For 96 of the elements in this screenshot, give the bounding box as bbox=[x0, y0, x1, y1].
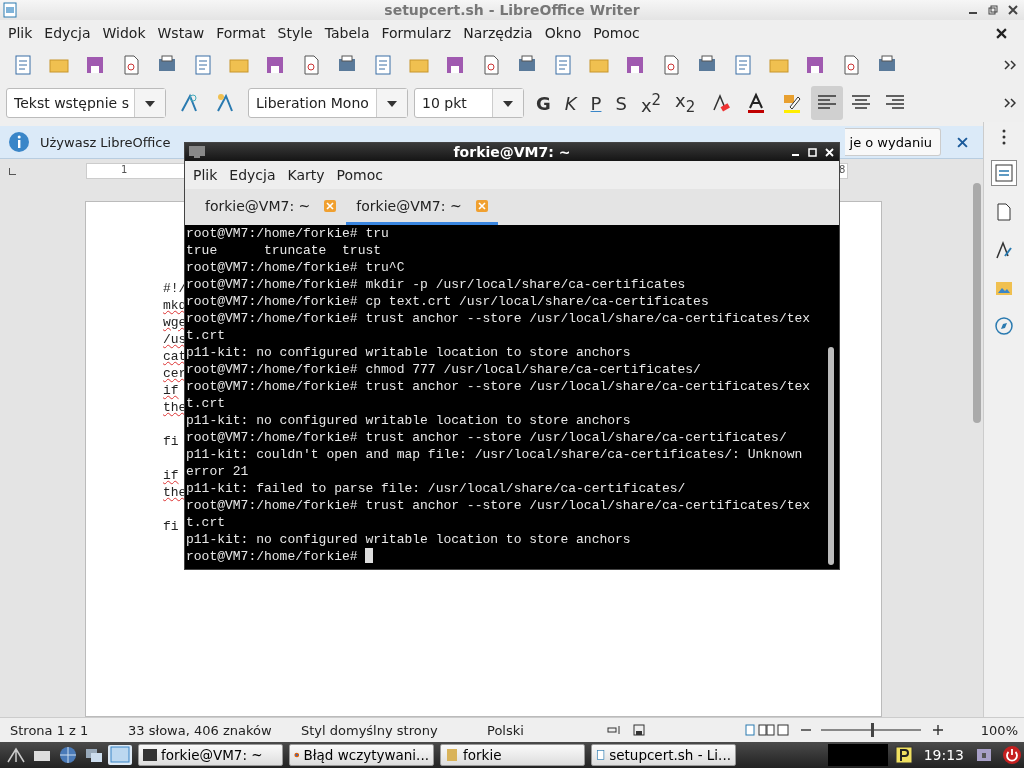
power-icon[interactable] bbox=[1000, 745, 1024, 765]
start-menu-icon[interactable] bbox=[4, 745, 28, 765]
menu-item[interactable]: Widok bbox=[96, 25, 152, 41]
terminal-line: root@VM7:/home/forkie# bbox=[186, 548, 828, 565]
terminal-line: root@VM7:/home/forkie# mkdir -p /usr/local/share/ca-certificates bbox=[186, 276, 687, 293]
format-button[interactable]: x$^{2}$ bbox=[634, 88, 668, 118]
align-lines-icon bbox=[817, 94, 838, 112]
clock: 19:13 bbox=[922, 747, 965, 763]
terminal-line: root@VM7:/home/forkie# tru^C bbox=[186, 259, 406, 276]
terminal-line: t.crt bbox=[186, 514, 226, 531]
document-line: if bbox=[163, 467, 179, 484]
menu-item[interactable]: Narzędzia bbox=[457, 25, 539, 41]
selection-mode-icon[interactable] bbox=[607, 725, 623, 735]
terminal-line: p11-kit: couldn't open and map file: /usr/local/share/ca-certificates/: Unknown bbox=[186, 446, 804, 463]
menu-item[interactable]: Edycja bbox=[38, 25, 97, 41]
taskbar-button[interactable]: setupcert.sh - Li... bbox=[591, 744, 736, 766]
terminal-line: p11-kit: no configured writable location to store anchors bbox=[186, 531, 632, 548]
taskbar-button[interactable]: Błąd wczytywani... bbox=[289, 744, 434, 766]
scrollbar-thumb[interactable] bbox=[828, 347, 834, 565]
ruler-number: 1 bbox=[121, 164, 128, 175]
align-lines-icon bbox=[885, 94, 906, 112]
folder-icon bbox=[445, 748, 459, 762]
more-options-icon[interactable] bbox=[1001, 128, 1007, 146]
terminal-line: root@VM7:/home/forkie# trust anchor --store /usr/local/share/ca-certificates/tex bbox=[186, 497, 812, 514]
terminal-line: t.crt bbox=[186, 395, 226, 412]
terminal-line: true truncate trust bbox=[186, 242, 383, 259]
terminal-line: root@VM7:/home/forkie# tru bbox=[186, 225, 390, 242]
paragraph-style-dropdown[interactable]: Tekst wstępnie s bbox=[6, 88, 166, 118]
format-button[interactable]: K bbox=[558, 88, 583, 118]
page-style: Styl domyślny strony bbox=[300, 722, 439, 738]
terminal-line: root@VM7:/home/forkie# trust anchor --store /usr/local/share/ca-certificates/ bbox=[186, 429, 788, 446]
terminal-line: p11-kit: no configured writable location to store anchors bbox=[186, 412, 632, 429]
font-name-dropdown[interactable]: Liberation Mono bbox=[248, 88, 408, 118]
menu-item[interactable]: Pomoc bbox=[587, 25, 646, 41]
menu-item[interactable]: Style bbox=[271, 25, 319, 41]
tray-area bbox=[827, 744, 888, 766]
document-line: fi bbox=[163, 518, 179, 535]
close-document-icon[interactable] bbox=[996, 27, 1007, 39]
menu-item[interactable]: Okno bbox=[538, 25, 588, 41]
format-button[interactable]: S bbox=[609, 88, 633, 118]
navigator-icon[interactable] bbox=[992, 314, 1016, 338]
word-count: 33 słowa, 406 znaków bbox=[127, 722, 273, 738]
language: Polski bbox=[486, 722, 525, 738]
terminal-icon bbox=[189, 146, 205, 158]
menu-item[interactable]: Edycja bbox=[223, 167, 282, 183]
save-status-icon bbox=[633, 724, 645, 736]
menu-item[interactable]: Pomoc bbox=[330, 167, 389, 183]
terminal-line: root@VM7:/home/forkie# trust anchor --store /usr/local/share/ca-certificates/tex bbox=[186, 310, 812, 327]
view-layout-icon[interactable] bbox=[745, 724, 789, 736]
menu-item[interactable]: Plik bbox=[2, 25, 39, 41]
terminal-tab[interactable]: forkie@VM7: ~ bbox=[195, 189, 347, 225]
terminal-line: root@VM7:/home/forkie# chmod 777 /usr/local/share/ca-certificates/ bbox=[186, 361, 702, 378]
menu-item[interactable]: Format bbox=[210, 25, 272, 41]
ruler-number: 8 bbox=[839, 164, 846, 175]
info-message: Używasz LibreOffice bbox=[40, 134, 171, 150]
info-icon bbox=[8, 131, 30, 153]
document-line: fi bbox=[163, 433, 179, 450]
menu-item[interactable]: Karty bbox=[281, 167, 331, 183]
document-app-icon bbox=[3, 2, 17, 18]
more-tools-icon[interactable] bbox=[1004, 60, 1016, 70]
properties-icon[interactable] bbox=[991, 160, 1017, 186]
format-button[interactable]: P bbox=[584, 88, 608, 118]
tab-stop-icon bbox=[9, 167, 16, 175]
taskbar-button[interactable]: forkie bbox=[440, 744, 585, 766]
document-line: cer bbox=[163, 365, 187, 382]
maximize-icon[interactable] bbox=[808, 147, 817, 157]
zoom-in-icon[interactable] bbox=[933, 725, 943, 735]
document-line: cat bbox=[163, 348, 187, 365]
menu-item[interactable]: Tabela bbox=[318, 25, 376, 41]
align-button[interactable] bbox=[811, 86, 844, 120]
taskbar-button[interactable]: forkie@VM7: ~ bbox=[138, 744, 283, 766]
terminal-icon bbox=[143, 748, 157, 762]
menu-item[interactable]: Plik bbox=[187, 167, 224, 183]
release-notes-button[interactable]: je o wydaniu bbox=[845, 128, 941, 156]
terminal-line: p11-kit: no configured writable location to store anchors bbox=[186, 344, 632, 361]
format-button[interactable]: G bbox=[530, 88, 557, 118]
window-title: setupcert.sh - LibreOffice Writer bbox=[384, 2, 640, 18]
font-size-dropdown[interactable]: 10 pkt bbox=[414, 88, 524, 118]
close-icon[interactable] bbox=[1008, 5, 1018, 15]
zoom-level: 100% bbox=[979, 722, 1019, 738]
more-tools-icon[interactable] bbox=[1004, 98, 1016, 108]
restore-icon[interactable] bbox=[988, 5, 998, 15]
align-lines-icon bbox=[851, 94, 872, 112]
terminal-line: root@VM7:/home/forkie# cp text.crt /usr/local/share/ca-certificates bbox=[186, 293, 710, 310]
terminal-line: t.crt bbox=[186, 327, 226, 344]
menu-item[interactable]: Formularz bbox=[375, 25, 458, 41]
menu-item[interactable]: Wstaw bbox=[151, 25, 211, 41]
format-button[interactable]: x$_{2}$ bbox=[669, 88, 702, 118]
page-count: Strona 1 z 1 bbox=[9, 722, 90, 738]
document-line: if bbox=[163, 382, 179, 399]
window-title: forkie@VM7: ~ bbox=[453, 144, 571, 160]
terminal-line: root@VM7:/home/forkie# trust anchor --store /usr/local/share/ca-certificates/tex bbox=[186, 378, 812, 395]
terminal-line: error 21 bbox=[186, 463, 250, 480]
terminal-line: p11-kit: failed to parse file: /usr/local/share/ca-certificates/ bbox=[186, 480, 687, 497]
document-icon bbox=[596, 748, 606, 762]
scrollbar-thumb[interactable] bbox=[973, 183, 981, 423]
